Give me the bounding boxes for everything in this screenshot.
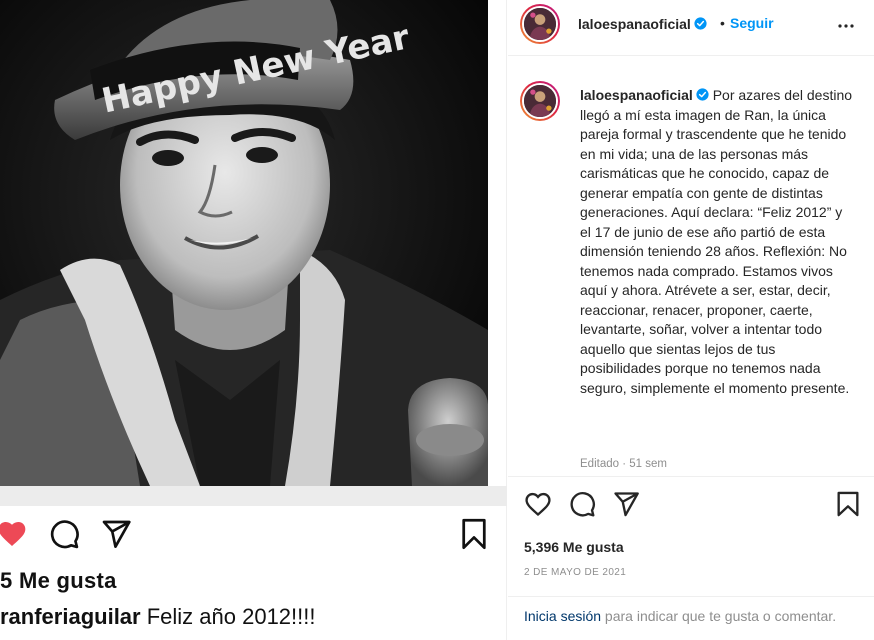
login-prompt-rest: para indicar que te gusta o comentar. (601, 608, 837, 624)
bookmark-icon[interactable] (460, 518, 488, 550)
caption-username[interactable]: laloespanaoficial (580, 87, 693, 103)
follow-button[interactable]: Seguir (730, 15, 774, 31)
post-header: laloespanaoficial • Seguir (508, 0, 874, 56)
embedded-caption: ranferiaguilar Feliz año 2012!!!! (0, 604, 316, 630)
heart-icon[interactable] (524, 490, 552, 518)
comment-icon[interactable] (48, 518, 80, 550)
heart-icon[interactable] (0, 518, 28, 550)
login-link[interactable]: Inicia sesión (524, 608, 601, 624)
caption-text: Por azares del destino llegó a mí esta i… (580, 87, 853, 396)
share-icon[interactable] (612, 490, 640, 518)
photo-bottom-strip (0, 486, 507, 506)
embedded-likes-count: 5 Me gusta (0, 568, 117, 593)
avatar-image (524, 85, 556, 117)
caption-section: laloespanaoficial Por azares del destino… (508, 57, 874, 477)
embedded-username[interactable]: ranferiaguilar (0, 604, 141, 629)
verified-badge-icon (694, 17, 707, 30)
username[interactable]: laloespanaoficial (578, 16, 707, 32)
verified-badge-icon (696, 88, 709, 101)
caption-avatar[interactable] (520, 81, 560, 121)
action-bar (508, 490, 874, 522)
login-prompt: Inicia sesión para indicar que te gusta … (508, 596, 874, 640)
edited-timestamp[interactable]: Editado · 51 sem (580, 458, 667, 470)
avatar[interactable] (520, 4, 560, 44)
avatar-image (524, 8, 556, 40)
separator-dot: • (720, 15, 725, 31)
likes-count[interactable]: 5,396 Me gusta (524, 539, 624, 555)
post-photo[interactable]: Happy New Year (0, 0, 488, 486)
username-text[interactable]: laloespanaoficial (578, 16, 691, 32)
bookmark-icon[interactable] (834, 490, 862, 518)
post-media: Happy New Year 5 Me gusta ranferiaguilar… (0, 0, 507, 640)
login-prompt-text: Inicia sesión para indicar que te gusta … (524, 606, 854, 626)
comment-icon[interactable] (568, 490, 596, 518)
more-options-icon[interactable] (834, 14, 858, 38)
share-icon[interactable] (100, 518, 132, 550)
embedded-caption-text: Feliz año 2012!!!! (140, 604, 316, 629)
photo-illustration: Happy New Year (0, 0, 488, 486)
embedded-actions (0, 518, 500, 554)
post-caption: laloespanaoficial Por azares del destino… (580, 86, 856, 398)
post-sidebar: laloespanaoficial • Seguir laloespanaofi… (508, 0, 874, 640)
post-date[interactable]: 2 DE MAYO DE 2021 (524, 567, 626, 578)
